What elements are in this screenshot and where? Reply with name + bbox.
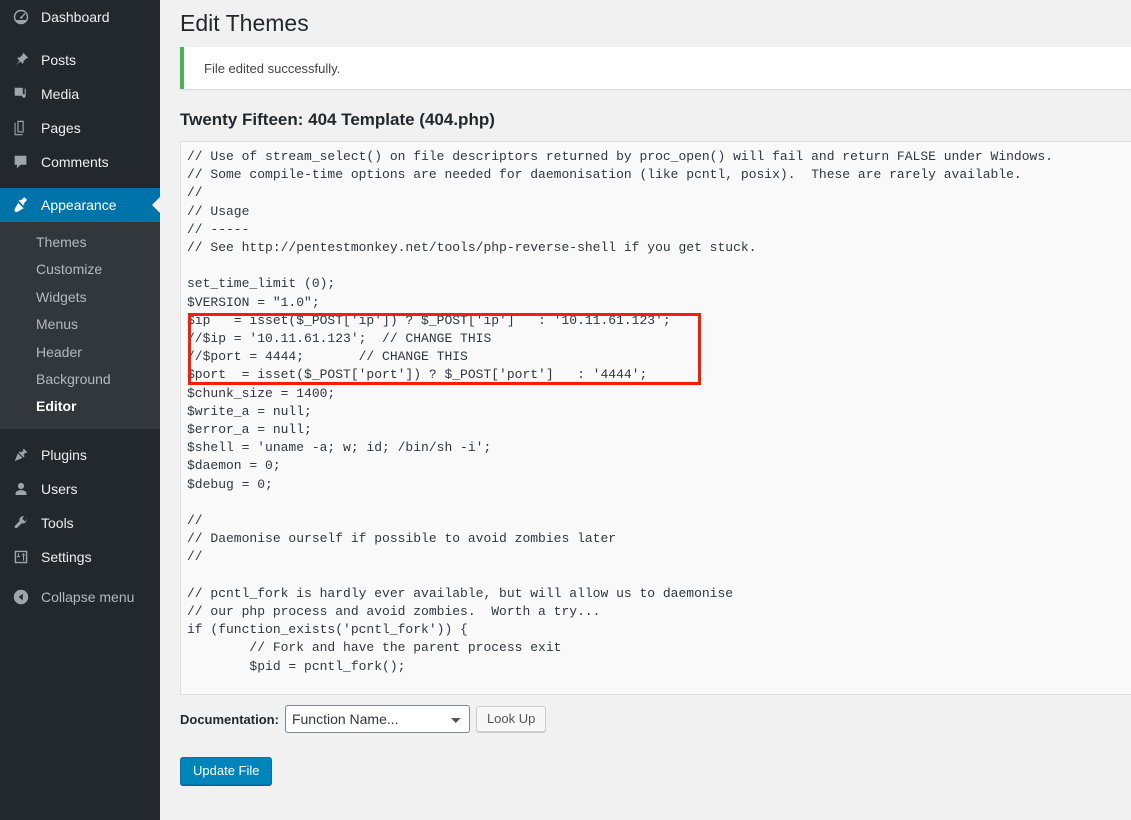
submenu-item-background[interactable]: Background	[0, 366, 160, 393]
sidebar-item-media[interactable]: Media	[0, 77, 160, 111]
sidebar-item-plugins[interactable]: Plugins	[0, 438, 160, 472]
success-notice: File edited successfully.	[180, 47, 1131, 89]
wrench-icon	[11, 513, 31, 533]
sidebar-item-settings[interactable]: Settings	[0, 540, 160, 574]
sidebar-item-label: Media	[41, 86, 80, 102]
sidebar-item-label: Appearance	[41, 197, 117, 213]
submenu-item-themes[interactable]: Themes	[0, 229, 160, 256]
sidebar-item-label: Posts	[41, 52, 77, 68]
admin-page: Dashboard Posts Media Pages Comments App…	[0, 0, 1131, 820]
submenu-item-widgets[interactable]: Widgets	[0, 284, 160, 311]
file-title: Twenty Fifteen: 404 Template (404.php)	[180, 110, 495, 129]
sidebar-item-posts[interactable]: Posts	[0, 43, 160, 77]
update-file-button[interactable]: Update File	[180, 757, 273, 785]
sidebar-item-label: Plugins	[41, 446, 87, 463]
sidebar-separator	[0, 34, 160, 43]
sidebar-item-label: Comments	[41, 154, 109, 170]
dashboard-icon	[11, 7, 31, 27]
submenu-item-header[interactable]: Header	[0, 339, 160, 366]
sidebar-item-label: Users	[41, 480, 78, 497]
page-title: Edit Themes	[180, 10, 309, 36]
submit-row: Update File	[180, 731, 1131, 785]
sidebar-item-appearance[interactable]: Appearance	[0, 188, 160, 222]
sidebar-item-label: Dashboard	[41, 9, 110, 25]
collapse-arrow-icon	[11, 588, 31, 606]
submenu-item-menus[interactable]: Menus	[0, 311, 160, 338]
sidebar-item-pages[interactable]: Pages	[0, 111, 160, 145]
sidebar-separator	[0, 179, 160, 188]
brush-icon	[11, 195, 31, 215]
sidebar-item-dashboard[interactable]: Dashboard	[0, 0, 160, 34]
documentation-select[interactable]: Function Name...	[284, 705, 470, 733]
sidebar-separator	[0, 429, 160, 438]
main-content: Edit Themes File edited successfully. Tw…	[160, 0, 1131, 820]
code-textarea[interactable]: // Use of stream_select() on file descri…	[187, 148, 1053, 694]
documentation-label: Documentation:	[180, 711, 279, 727]
pages-icon	[11, 118, 31, 138]
sidebar-item-users[interactable]: Users	[0, 472, 160, 506]
media-icon	[11, 84, 31, 104]
sidebar-item-label: Settings	[41, 548, 92, 565]
appearance-submenu: Themes Customize Widgets Menus Header Ba…	[0, 222, 160, 429]
notice-message: File edited successfully.	[204, 60, 341, 76]
pin-icon	[11, 50, 31, 70]
sidebar-item-tools[interactable]: Tools	[0, 506, 160, 540]
sidebar-item-label: Tools	[41, 514, 74, 531]
collapse-menu-label: Collapse menu	[41, 588, 135, 605]
sidebar-item-label: Pages	[41, 120, 81, 136]
submenu-item-editor[interactable]: Editor	[0, 393, 160, 420]
submenu-item-customize[interactable]: Customize	[0, 256, 160, 283]
plugin-icon	[11, 445, 31, 465]
admin-sidebar: Dashboard Posts Media Pages Comments App…	[0, 0, 160, 820]
look-up-button[interactable]: Look Up	[475, 706, 547, 732]
user-icon	[11, 479, 31, 499]
editor-bottom-fade	[181, 684, 1131, 694]
settings-icon	[11, 547, 31, 567]
collapse-menu-button[interactable]: Collapse menu	[0, 580, 160, 614]
code-editor[interactable]: // Use of stream_select() on file descri…	[180, 141, 1131, 695]
comments-icon	[11, 152, 31, 172]
documentation-row: Documentation: Function Name... Look Up	[180, 695, 1131, 733]
sidebar-item-comments[interactable]: Comments	[0, 145, 160, 179]
